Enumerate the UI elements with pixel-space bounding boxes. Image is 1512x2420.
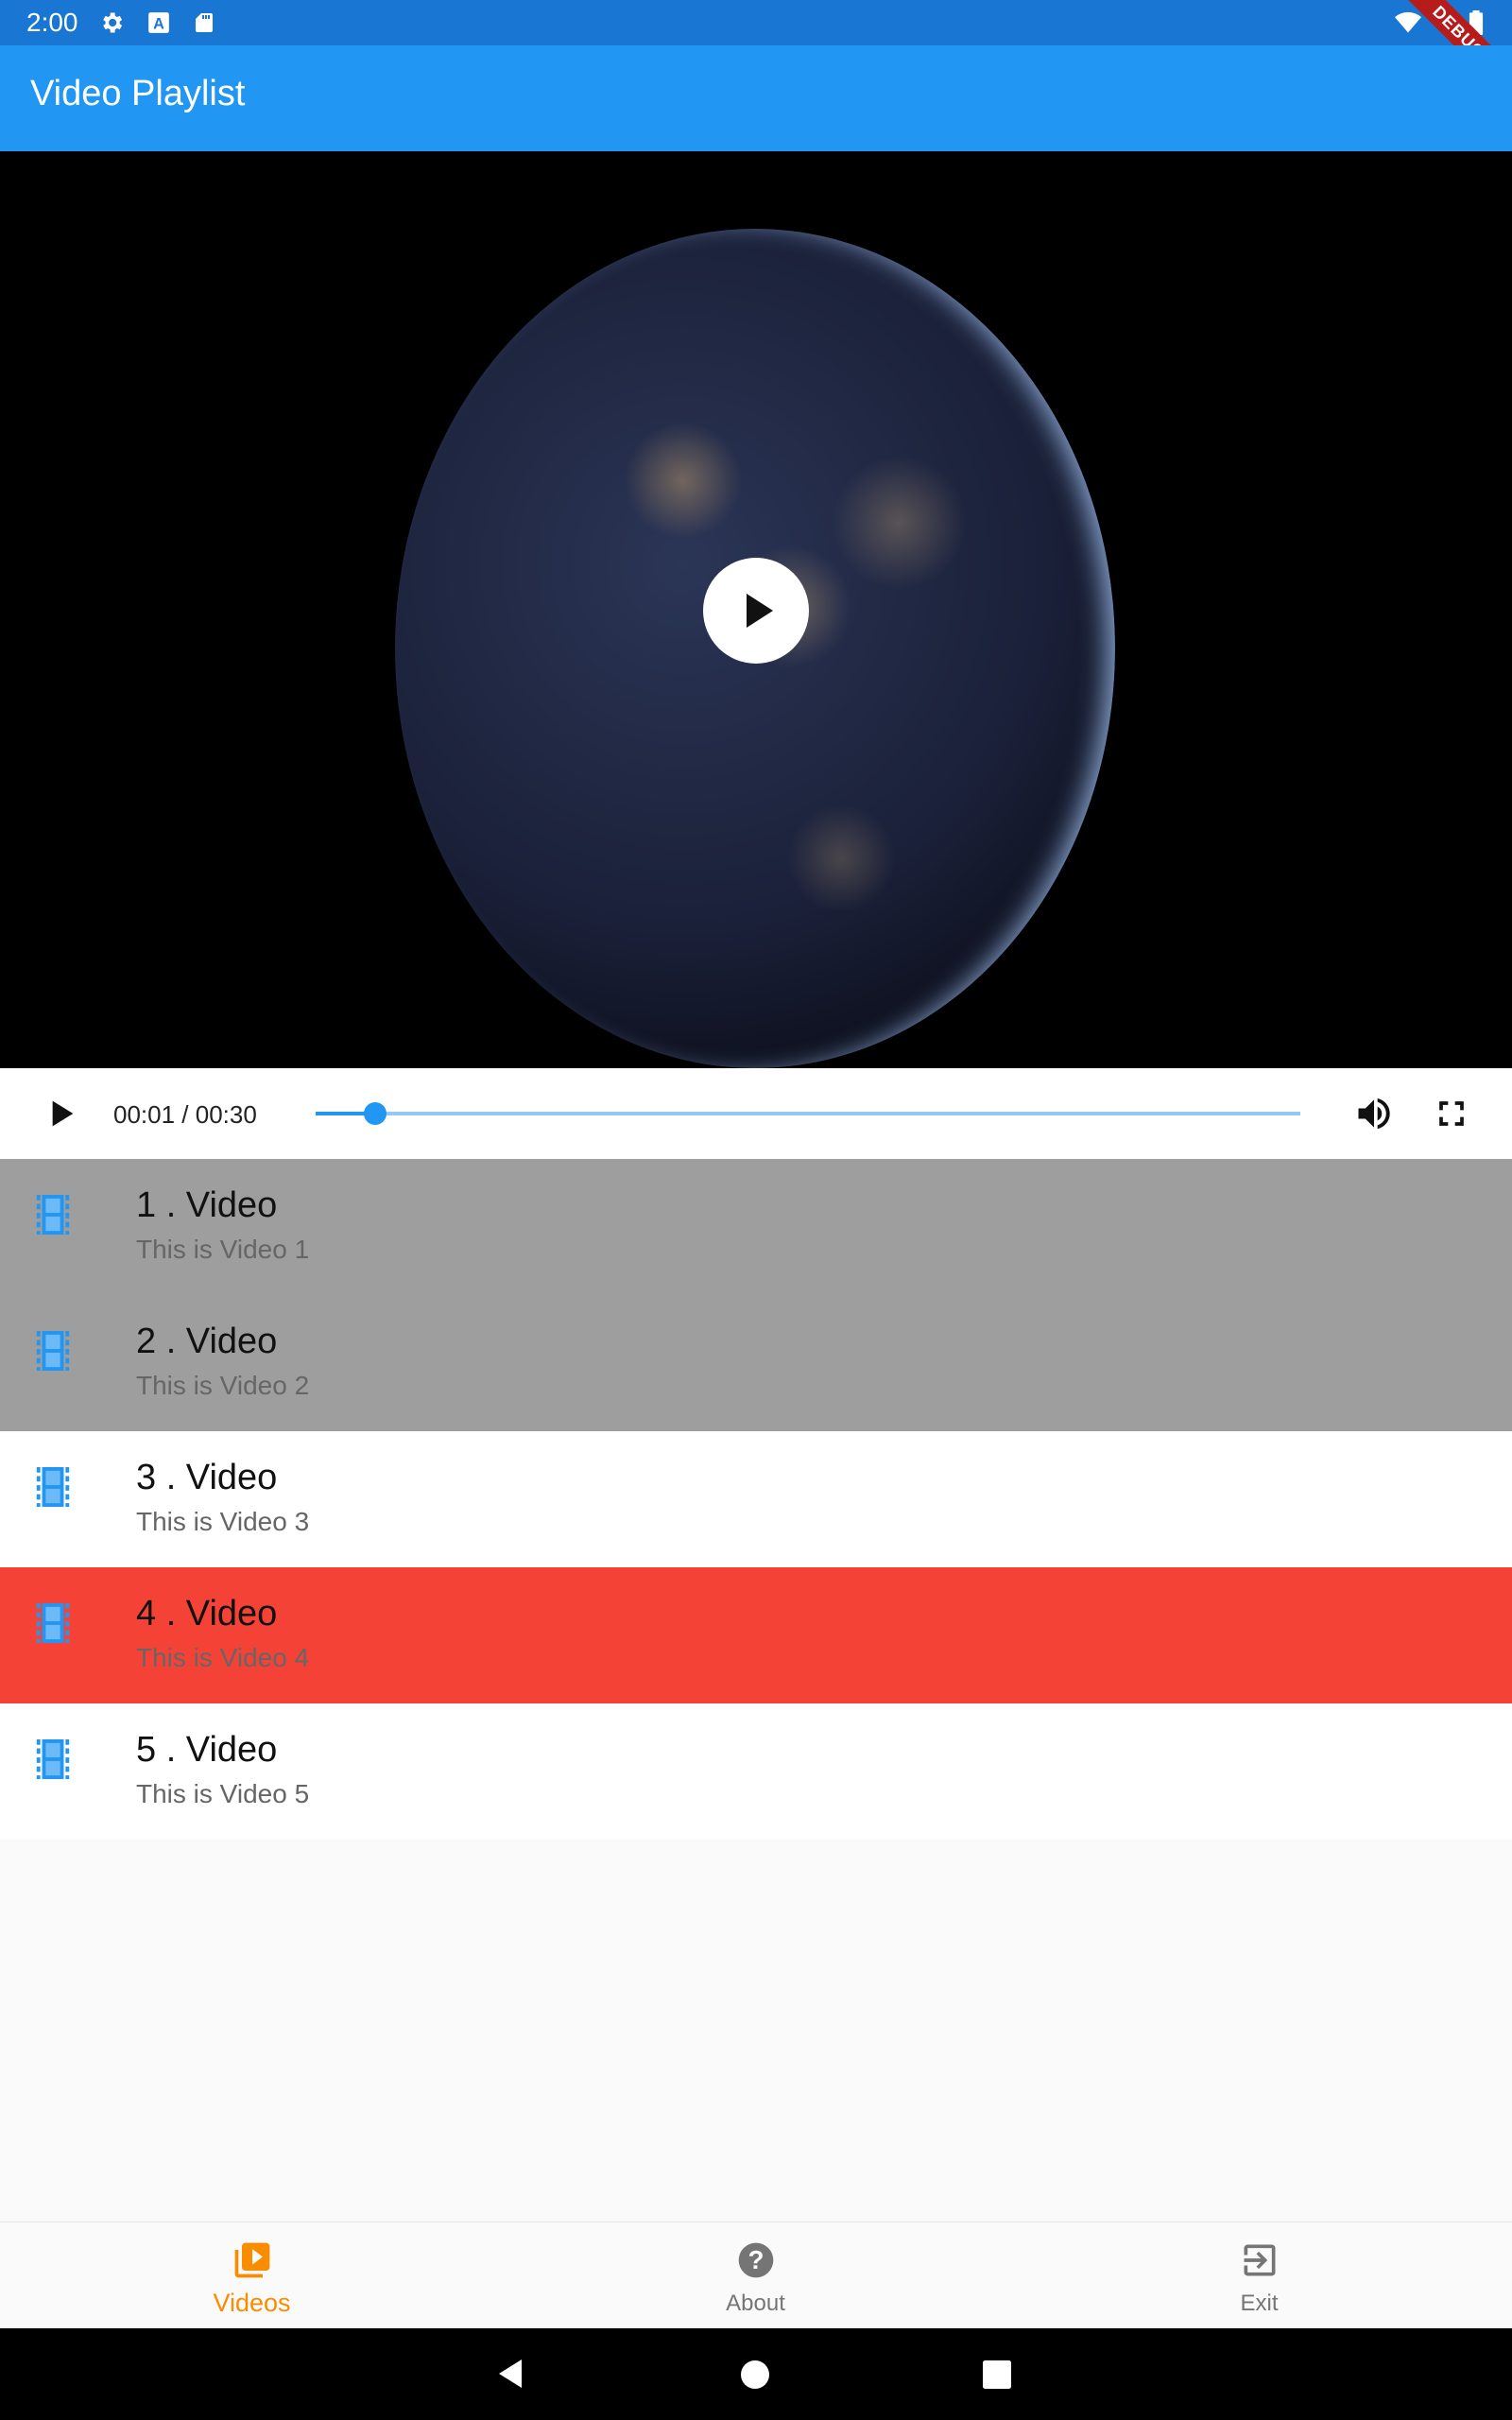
playlist-item-subtitle: This is Video 2 xyxy=(136,1371,310,1400)
bottom-navigation: Videos ? About Exit xyxy=(0,2221,1512,2329)
home-icon[interactable] xyxy=(741,2360,769,2389)
video-library-icon xyxy=(232,2239,273,2281)
volume-button[interactable] xyxy=(1353,1093,1395,1134)
wifi-icon xyxy=(1395,9,1421,36)
nav-item-label: About xyxy=(726,2290,785,2316)
svg-text:?: ? xyxy=(747,2245,764,2274)
playlist-item[interactable]: 4 . Video This is Video 4 xyxy=(0,1567,1512,1703)
playlist-item-title: 3 . Video xyxy=(136,1458,278,1497)
help-icon: ? xyxy=(735,2239,777,2281)
play-icon xyxy=(52,1100,74,1127)
movie-icon xyxy=(36,1739,70,1779)
video-controls: 00:01 / 00:30 xyxy=(0,1068,1512,1159)
movie-icon xyxy=(36,1467,70,1507)
system-navigation-bar xyxy=(0,2328,1512,2420)
settings-icon xyxy=(98,9,125,36)
nav-item-about[interactable]: ? About xyxy=(504,2222,1007,2329)
nav-item-videos[interactable]: Videos xyxy=(0,2222,504,2329)
playlist-item-subtitle: This is Video 3 xyxy=(136,1507,310,1536)
nav-item-label: Exit xyxy=(1240,2290,1279,2316)
volume-icon xyxy=(1358,1098,1390,1130)
time-display: 00:01 / 00:30 xyxy=(113,1100,257,1129)
svg-text:A: A xyxy=(153,16,164,33)
play-button[interactable] xyxy=(42,1095,79,1132)
sd-card-icon xyxy=(191,9,217,36)
playlist-item-title: 1 . Video xyxy=(136,1185,278,1225)
seek-thumb[interactable] xyxy=(364,1102,387,1125)
text-a-icon: A xyxy=(146,9,172,36)
playlist-item-subtitle: This is Video 4 xyxy=(136,1643,310,1672)
playlist-item[interactable]: 2 . Video This is Video 2 xyxy=(0,1295,1512,1431)
playlist-item[interactable]: 1 . Video This is Video 1 xyxy=(0,1159,1512,1295)
playlist-item[interactable]: 3 . Video This is Video 3 xyxy=(0,1431,1512,1567)
status-bar: 2:00 A DEBUG xyxy=(0,0,1512,115)
playlist-item[interactable]: 5 . Video This is Video 5 xyxy=(0,1703,1512,1840)
recents-icon[interactable] xyxy=(983,2360,1011,2389)
playlist-item-subtitle: This is Video 5 xyxy=(136,1779,310,1808)
playlist-item-title: 4 . Video xyxy=(136,1594,278,1634)
exit-icon xyxy=(1239,2239,1280,2281)
nav-item-label: Videos xyxy=(213,2289,291,2317)
playlist-item-subtitle: This is Video 1 xyxy=(136,1235,310,1264)
video-player[interactable] xyxy=(0,151,1512,1068)
fullscreen-icon xyxy=(1439,1101,1464,1126)
seek-track[interactable] xyxy=(316,1112,1300,1115)
movie-icon xyxy=(36,1331,70,1371)
app-bar: Video Playlist xyxy=(0,45,1512,151)
page-title: Video Playlist xyxy=(30,74,246,113)
movie-icon xyxy=(36,1603,70,1643)
nav-item-exit[interactable]: Exit xyxy=(1007,2222,1511,2329)
back-icon[interactable] xyxy=(493,2357,527,2391)
play-icon xyxy=(747,594,773,628)
play-overlay-button[interactable] xyxy=(703,558,809,664)
fullscreen-button[interactable] xyxy=(1431,1093,1472,1134)
status-time: 2:00 xyxy=(26,8,78,37)
playlist-item-title: 2 . Video xyxy=(136,1322,278,1361)
movie-icon xyxy=(36,1195,70,1235)
playlist-item-title: 5 . Video xyxy=(136,1730,278,1770)
